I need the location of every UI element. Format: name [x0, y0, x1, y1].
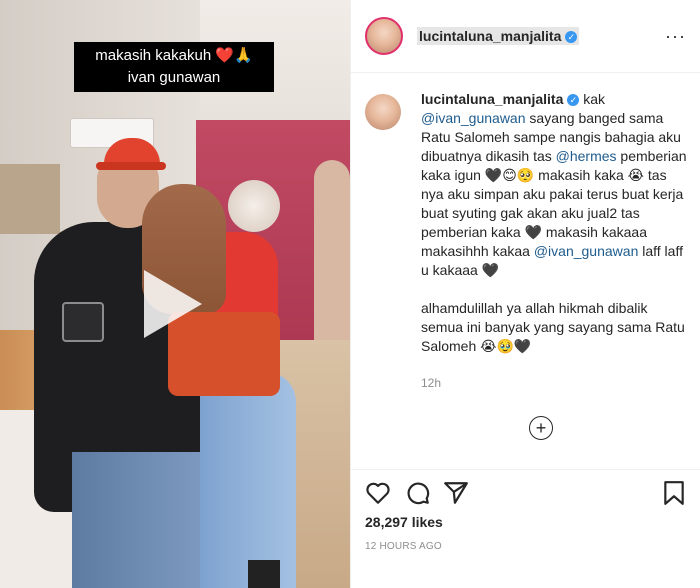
- caption-text-segment: laff laff u kakaaa 🖤 alhamdulillah ya al…: [421, 243, 685, 354]
- phone-in-hand: [62, 302, 104, 342]
- plus-circle-icon[interactable]: +: [529, 416, 553, 440]
- video-overlay-caption: makasih kakakuh ❤️🙏 ivan gunawan: [74, 42, 274, 92]
- caption-text-segment: kak: [579, 91, 609, 107]
- caption-section: lucintaluna_manjalita ✓ kak @ivan_gunawan…: [365, 90, 695, 460]
- header-username-text[interactable]: lucintaluna_manjalita: [419, 28, 561, 44]
- person-woman-boot: [248, 560, 280, 588]
- header-username[interactable]: lucintaluna_manjalita ✓: [417, 27, 580, 45]
- instagram-post: makasih kakakuh ❤️🙏 ivan gunawan lucinta…: [0, 0, 700, 588]
- likes-count[interactable]: 28,297 likes: [365, 514, 443, 530]
- more-options-icon[interactable]: ···: [665, 26, 686, 47]
- person-man-jeans: [72, 452, 202, 588]
- heart-icon[interactable]: [365, 480, 391, 506]
- scene-shelf: [0, 164, 60, 234]
- verified-badge-icon: ✓: [567, 94, 580, 107]
- mention-link[interactable]: @hermes: [556, 148, 617, 164]
- comment-icon[interactable]: [405, 480, 431, 506]
- bookmark-icon[interactable]: [661, 480, 687, 506]
- video-player[interactable]: makasih kakakuh ❤️🙏 ivan gunawan: [0, 0, 350, 588]
- person-woman-jeans: [200, 372, 296, 588]
- caption-avatar[interactable]: [365, 94, 401, 130]
- caption-text: lucintaluna_manjalita ✓ kak @ivan_gunawan…: [421, 90, 691, 356]
- mention-link[interactable]: @ivan_gunawan: [534, 243, 639, 259]
- paper-plane-icon[interactable]: [443, 480, 469, 506]
- avatar[interactable]: [365, 17, 403, 55]
- scene-round-mirror: [228, 180, 280, 232]
- caption-time-ago[interactable]: 12h: [421, 376, 441, 390]
- action-bar: [351, 469, 700, 514]
- overlay-caption-line-2: ivan gunawan: [127, 69, 221, 86]
- post-header: lucintaluna_manjalita ✓ ···: [351, 0, 700, 73]
- caption-username[interactable]: lucintaluna_manjalita: [421, 91, 563, 107]
- mention-link[interactable]: @ivan_gunawan: [421, 110, 526, 126]
- person-man-cap-bill: [96, 162, 166, 170]
- overlay-caption-line-1: makasih kakakuh ❤️🙏: [95, 47, 253, 64]
- play-icon[interactable]: [144, 270, 202, 338]
- verified-badge-icon: ✓: [565, 31, 578, 44]
- posted-time: 12 HOURS AGO: [365, 541, 442, 552]
- post-side-panel: lucintaluna_manjalita ✓ ··· lucintaluna_m…: [350, 0, 700, 588]
